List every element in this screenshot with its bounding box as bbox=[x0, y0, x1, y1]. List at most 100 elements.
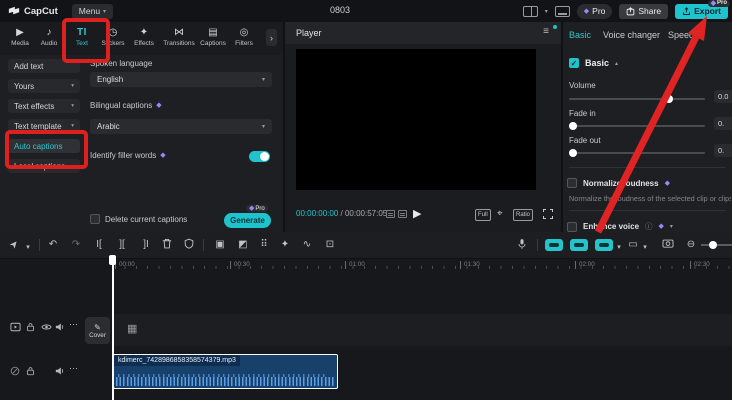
microphone-icon[interactable] bbox=[518, 238, 527, 250]
chevron-down-icon: ▾ bbox=[71, 83, 74, 89]
caption-page-icon[interactable] bbox=[386, 210, 395, 218]
delete-captions-checkbox[interactable] bbox=[90, 214, 100, 224]
export-button[interactable]: Export ◆ Pro bbox=[675, 0, 730, 19]
tab-effects[interactable]: ✦ Effects bbox=[134, 26, 154, 47]
speaker-icon[interactable] bbox=[55, 366, 65, 376]
timeline-zoom-knob[interactable] bbox=[709, 240, 717, 249]
full-button[interactable]: Full bbox=[475, 209, 491, 221]
brand-name: CapCut bbox=[24, 5, 58, 17]
sidebar-item-yours[interactable]: Yours ▾ bbox=[8, 79, 80, 93]
spoken-language-select[interactable]: English ▾ bbox=[90, 72, 272, 87]
pro-button[interactable]: ◆ Pro bbox=[576, 3, 613, 19]
video-preview[interactable] bbox=[296, 49, 536, 190]
player-controls: 00:00:00:00 / 00:00:57:05 ▶ Full ⌖ Ratio bbox=[285, 204, 561, 224]
delete-icon[interactable] bbox=[162, 238, 172, 249]
audio-wave-icon[interactable]: ∿ bbox=[303, 238, 311, 252]
split-right-icon[interactable]: ]I bbox=[143, 238, 149, 252]
more-icon[interactable]: ⋯ bbox=[69, 319, 78, 330]
volume-value[interactable]: 0.0 bbox=[714, 90, 732, 103]
caption-page-icon[interactable] bbox=[398, 210, 407, 218]
normalize-loudness-checkbox[interactable] bbox=[567, 178, 577, 188]
split-icon[interactable]: ][ bbox=[119, 238, 125, 252]
sticker-tool-icon[interactable]: ◩ bbox=[238, 238, 247, 252]
tab-transitions[interactable]: ⋈ Transitions bbox=[163, 26, 195, 47]
bilingual-language-select[interactable]: Arabic ▾ bbox=[90, 119, 272, 134]
player-menu-icon[interactable]: ≡ bbox=[543, 27, 549, 37]
focus-icon[interactable]: ⌖ bbox=[497, 208, 503, 219]
fade-in-slider[interactable] bbox=[569, 122, 705, 130]
clip-view-icon[interactable]: ▭ bbox=[628, 238, 637, 252]
tab-basic[interactable]: Basic bbox=[569, 30, 591, 40]
menu-button[interactable]: Menu ▾ bbox=[71, 3, 114, 19]
camera-icon[interactable] bbox=[662, 238, 674, 248]
fade-out-slider-knob[interactable] bbox=[569, 149, 577, 157]
fade-in-slider-knob[interactable] bbox=[569, 122, 577, 130]
shield-icon[interactable] bbox=[184, 238, 194, 249]
shield-icon bbox=[184, 238, 194, 249]
annotation-box-text-tool bbox=[62, 18, 110, 63]
volume-slider[interactable] bbox=[569, 95, 705, 103]
chevron-down-icon[interactable]: ▾ bbox=[617, 241, 621, 255]
fade-in-value[interactable]: 0. bbox=[714, 117, 732, 130]
chevron-down-icon[interactable]: ▾ bbox=[26, 241, 30, 255]
chevron-down-icon[interactable]: ▾ bbox=[643, 241, 647, 255]
tab-media[interactable]: ▶ Media bbox=[11, 26, 29, 47]
collapse-icon[interactable]: ▴ bbox=[615, 60, 618, 67]
undo-icon[interactable]: ↶ bbox=[49, 238, 57, 252]
fade-out-slider[interactable] bbox=[569, 149, 705, 157]
fade-out-value[interactable]: 0. bbox=[714, 144, 732, 157]
cover-button[interactable]: ✎ Cover bbox=[85, 317, 110, 344]
zoom-out-icon[interactable]: ⊖ bbox=[687, 238, 695, 252]
generate-button[interactable]: Generate bbox=[224, 213, 271, 228]
magic-wand-icon[interactable]: ✦ bbox=[281, 238, 289, 252]
enhance-voice-checkbox[interactable] bbox=[567, 221, 577, 232]
split-left-icon[interactable]: I[ bbox=[96, 238, 102, 252]
tab-speed[interactable]: Speed bbox=[668, 30, 694, 40]
adjust-grid-icon[interactable]: ⠿ bbox=[260, 238, 267, 252]
captions-panel-icon[interactable] bbox=[554, 5, 570, 17]
pro-gem-icon: ◆ bbox=[160, 152, 166, 159]
select-tool-icon[interactable]: ➤ bbox=[7, 237, 23, 252]
tab-filters[interactable]: ◎ Filters bbox=[235, 26, 253, 47]
ribbon-expand-button[interactable]: › bbox=[266, 29, 277, 46]
chevron-down-icon[interactable]: ▾ bbox=[670, 223, 673, 230]
video-track-lane[interactable]: ▦ bbox=[113, 314, 732, 346]
playhead-line[interactable] bbox=[112, 255, 114, 400]
pro-gem-icon: ◆ bbox=[156, 102, 162, 109]
pro-gem-icon: ◆ bbox=[664, 179, 670, 187]
tab-voice-changer[interactable]: Voice changer bbox=[603, 30, 660, 40]
capcut-logo-icon bbox=[8, 6, 20, 15]
link-clips-icon[interactable] bbox=[545, 239, 563, 251]
share-button[interactable]: Share bbox=[619, 3, 669, 19]
chevron-down-icon: ▾ bbox=[261, 77, 265, 83]
layout-icon[interactable] bbox=[522, 5, 538, 17]
ruler-label: 02:00 bbox=[575, 261, 595, 269]
record-icon[interactable]: ⊡ bbox=[326, 238, 334, 252]
auto-cut-icon[interactable] bbox=[570, 239, 588, 251]
tab-captions[interactable]: ▤ Captions bbox=[200, 26, 226, 47]
chevron-down-icon[interactable]: ▾ bbox=[545, 8, 548, 15]
tab-audio[interactable]: ♪ Audio bbox=[41, 26, 58, 47]
playhead-handle[interactable] bbox=[109, 255, 116, 265]
timeline-zoom-slider[interactable] bbox=[701, 240, 732, 249]
volume-slider-knob[interactable] bbox=[665, 95, 673, 103]
filler-words-toggle[interactable] bbox=[249, 151, 270, 162]
fullscreen-icon[interactable] bbox=[541, 207, 555, 221]
sidebar-item-text-effects[interactable]: Text effects ▾ bbox=[8, 99, 80, 113]
lock-icon[interactable] bbox=[26, 322, 35, 332]
microphone-icon bbox=[518, 239, 526, 249]
export-frame-icon[interactable]: ▣ bbox=[215, 238, 224, 252]
speaker-icon[interactable] bbox=[55, 322, 65, 332]
filler-words-label: Identify filler words ◆ bbox=[90, 151, 166, 160]
audio-clip[interactable]: kdimerc_7428986858358574379.mp3 bbox=[113, 354, 338, 389]
ruler-ticks bbox=[113, 266, 732, 269]
ratio-button[interactable]: Ratio bbox=[513, 209, 534, 221]
eye-icon[interactable] bbox=[41, 323, 52, 331]
lock-icon[interactable] bbox=[26, 366, 35, 376]
magnet-icon[interactable] bbox=[595, 239, 613, 251]
play-button[interactable]: ▶ bbox=[413, 207, 421, 220]
audio-icon: ♪ bbox=[46, 27, 52, 38]
redo-icon[interactable]: ↷ bbox=[72, 238, 80, 252]
more-icon[interactable]: ⋯ bbox=[69, 363, 78, 374]
basic-checkbox[interactable]: ✓ bbox=[569, 58, 579, 68]
